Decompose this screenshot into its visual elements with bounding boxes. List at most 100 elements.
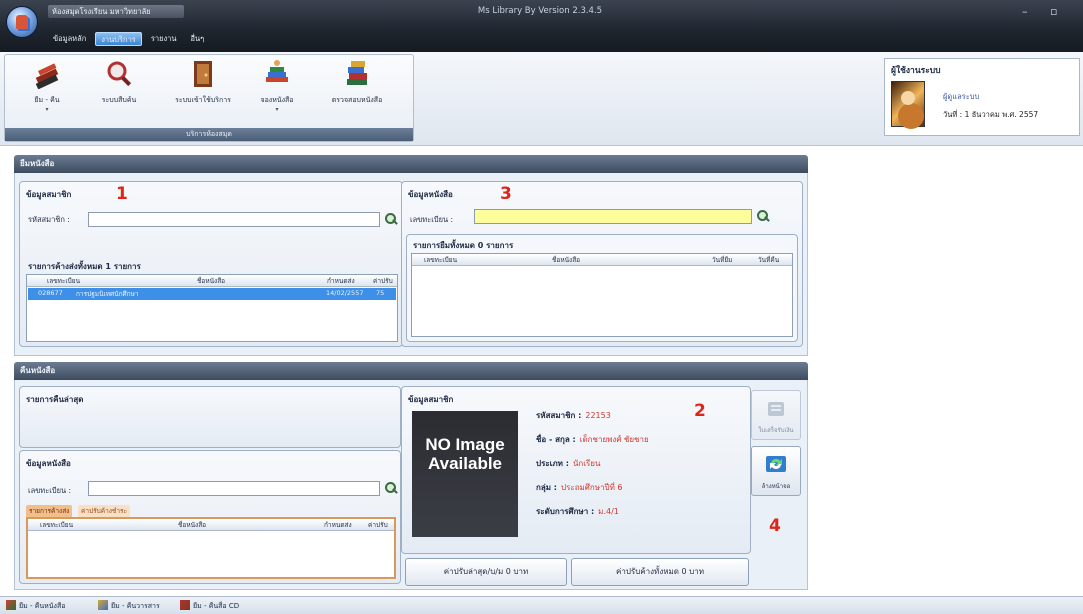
col-reg-number: เลขทะเบียน (40, 521, 74, 529)
ribbon: ยืม - คืน ▾ ระบบสืบค้น ระบบเข้าใช้บริการ (0, 52, 1083, 146)
door-icon (188, 59, 218, 89)
field-value: ม.4/1 (598, 507, 619, 516)
receipt-button[interactable]: ใบเสร็จรับเงิน (751, 390, 801, 440)
journal-icon (98, 600, 108, 610)
reading-icon (262, 59, 292, 89)
latest-returns-title: รายการคืนล่าสุด (26, 395, 84, 404)
return-grid[interactable]: เลขทะเบียน ชื่อหนังสือ กำหนดส่ง ค่าปรับ (26, 517, 396, 579)
status-tab-books[interactable]: ยืม - คืนหนังสือ (6, 599, 65, 613)
member-id-label: รหัสสมาชิก : (28, 215, 70, 224)
borrow-section: ข้อมูลสมาชิก 1 รหัสสมาชิก : รายการค้างส่… (14, 173, 808, 356)
field-value: ประถมศึกษาปีที่ 6 (561, 483, 623, 492)
access-system-label: ระบบเข้าใช้บริการ (175, 96, 231, 104)
user-panel-title: ผู้ใช้งานระบบ (891, 66, 941, 76)
borrowed-list-panel: รายการยืมทั้งหมด 0 รายการ เลขทะเบียน ชื่… (406, 234, 798, 342)
marker-1: 1 (116, 184, 128, 204)
member-photo-placeholder: NO Image Available (412, 411, 518, 537)
borrow-member-panel: ข้อมูลสมาชิก 1 รหัสสมาชิก : รายการค้างส่… (19, 181, 403, 347)
status-tab-journals-label: ยืม - คืนวารสาร (111, 602, 160, 610)
tab-unpaid-fines[interactable]: ค่าปรับค้างชำระ (78, 505, 130, 517)
tab-overdue-items[interactable]: รายการค้างส่ง (26, 505, 73, 517)
cell-reg-number: 028677 (38, 289, 63, 297)
col-borrow-date: วันที่ยืม (712, 256, 733, 264)
borrow-section-header: ยืมหนังสือ (14, 155, 808, 173)
member-field-name: ชื่อ - สกุล : เด็กชายพงศ์ ชัยชาย (536, 433, 649, 446)
status-tab-cd[interactable]: ยืม - คืนสื่อ CD (180, 599, 239, 613)
refresh-button[interactable]: ล้างหน้าจอ (751, 446, 801, 496)
col-book-title: ชื่อหนังสือ (178, 521, 207, 529)
marker-4: 4 (769, 516, 781, 536)
member-search-icon[interactable] (384, 212, 398, 226)
borrow-book-title: ข้อมูลหนังสือ (408, 190, 453, 199)
book-reg-label: เลขทะเบียน : (410, 215, 454, 224)
field-value: เด็กชายพงศ์ ชัยชาย (579, 435, 649, 444)
member-field-type: ประเภท : นักเรียน (536, 457, 600, 470)
tab-services[interactable]: งานบริการ (95, 32, 142, 46)
status-bar: ยืม - คืนหนังสือ ยืม - คืนวารสาร ยืม - ค… (0, 596, 1083, 614)
member-field-group: กลุ่ม : ประถมศึกษาปีที่ 6 (536, 481, 622, 494)
borrow-member-title: ข้อมูลสมาชิก (26, 190, 72, 199)
table-row[interactable]: 028677 การปฐมนิเทศนักศึกษา 14/02/2557 75 (28, 288, 396, 300)
refresh-label: ล้างหน้าจอ (761, 483, 791, 490)
cell-book-title: การปฐมนิเทศนักศึกษา (76, 290, 139, 298)
member-field-level: ระดับการศึกษา : ม.4/1 (536, 505, 619, 518)
borrowed-list-title: รายการยืมทั้งหมด 0 รายการ (413, 241, 514, 250)
tab-master-data[interactable]: ข้อมูลหลัก (48, 32, 91, 46)
total-fine-button[interactable]: ค่าปรับค้างทั้งหมด 0 บาท (571, 558, 749, 586)
user-name: ผู้ดูแลระบบ (943, 92, 980, 101)
field-label: ระดับการศึกษา : (536, 507, 595, 516)
document-title: ห้องสมุดโรงเรียน มหาวิทยาลัย (48, 5, 184, 18)
pending-grid[interactable]: เลขทะเบียน ชื่อหนังสือ กำหนดส่ง ค่าปรับ … (26, 274, 398, 342)
field-value: 22153 (585, 411, 611, 420)
pending-list-title: รายการค้างส่งทั้งหมด 1 รายการ (28, 262, 141, 271)
check-book-label: ตรวจสอบหนังสือ (331, 96, 383, 104)
return-member-title: ข้อมูลสมาชิก (408, 395, 454, 404)
return-tabs: รายการค้างส่ง ค่าปรับค้างชำระ (26, 505, 226, 517)
return-reg-input[interactable] (88, 481, 380, 496)
borrowed-grid-header: เลขทะเบียน ชื่อหนังสือ วันที่ยืม วันที่ค… (412, 254, 792, 266)
tab-reports[interactable]: รายงาน (146, 32, 182, 46)
receipt-label: ใบเสร็จรับเงิน (758, 427, 794, 434)
status-tab-journals[interactable]: ยืม - คืนวารสาร (98, 599, 160, 613)
member-id-input[interactable] (88, 212, 380, 227)
search-system-button[interactable]: ระบบสืบค้น (87, 59, 151, 106)
minimize-button[interactable]: – (1022, 5, 1028, 18)
status-tab-books-label: ยืม - คืนหนังสือ (19, 602, 66, 610)
col-due-date: กำหนดส่ง (327, 277, 355, 285)
col-reg-number: เลขทะเบียน (47, 277, 81, 285)
window-title: Ms Library By Version 2.3.4.5 (477, 6, 603, 16)
reserve-book-button[interactable]: จองหนังสือ ▾ (245, 59, 309, 113)
title-bar: ห้องสมุดโรงเรียน มหาวิทยาลัย Ms Library … (0, 0, 1083, 52)
marker-3: 3 (500, 184, 512, 204)
access-system-button[interactable]: ระบบเข้าใช้บริการ (171, 59, 235, 106)
latest-fine-button[interactable]: ค่าปรับล่าสุด/บ/ม 0 บาท (405, 558, 567, 586)
field-value: นักเรียน (572, 459, 601, 468)
col-reg-number: เลขทะเบียน (424, 256, 458, 264)
borrowed-grid[interactable]: เลขทะเบียน ชื่อหนังสือ วันที่ยืม วันที่ค… (411, 253, 793, 337)
return-search-icon[interactable] (384, 481, 398, 495)
field-label: ชื่อ - สกุล : (536, 435, 576, 444)
check-book-button[interactable]: ตรวจสอบหนังสือ (325, 59, 389, 106)
field-label: กลุ่ม : (536, 483, 558, 492)
cell-due-date: 14/02/2557 (326, 289, 364, 297)
tab-other[interactable]: อื่นๆ (185, 32, 209, 46)
dropdown-arrow-icon: ▾ (275, 106, 279, 113)
borrow-return-label: ยืม - คืน (34, 96, 60, 104)
col-book-title: ชื่อหนังสือ (552, 256, 581, 264)
avatar (891, 81, 925, 127)
member-field-id: รหัสสมาชิก :22153 (536, 409, 611, 422)
maximize-button[interactable]: ▫ (1050, 5, 1057, 18)
book-reg-input[interactable] (474, 209, 752, 224)
ribbon-group-services: ยืม - คืน ▾ ระบบสืบค้น ระบบเข้าใช้บริการ (4, 54, 414, 142)
col-fine: ค่าปรับ (368, 521, 388, 529)
book-search-icon[interactable] (756, 209, 770, 223)
app-orb-icon[interactable] (6, 6, 38, 38)
ribbon-tabs: ข้อมูลหลัก งานบริการ รายงาน อื่นๆ (48, 32, 209, 48)
dropdown-arrow-icon: ▾ (45, 106, 49, 113)
borrow-book-panel: ข้อมูลหนังสือ 3 เลขทะเบียน : รายการยืมทั… (401, 181, 803, 347)
return-grid-header: เลขทะเบียน ชื่อหนังสือ กำหนดส่ง ค่าปรับ (28, 519, 394, 531)
status-tab-cd-label: ยืม - คืนสื่อ CD (193, 602, 240, 610)
borrow-return-button[interactable]: ยืม - คืน ▾ (15, 59, 79, 113)
books-icon (6, 600, 16, 610)
book-stack-icon (342, 59, 372, 89)
